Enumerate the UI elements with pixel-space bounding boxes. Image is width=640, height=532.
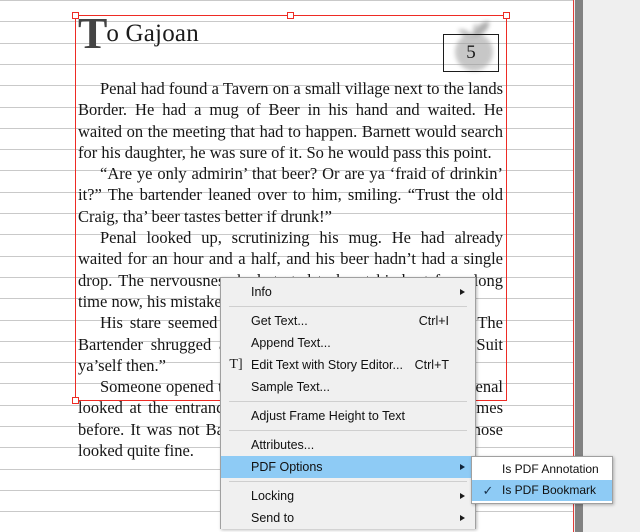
- menu-separator: [229, 481, 467, 482]
- menu-item-label: Edit Text with Story Editor...: [251, 358, 403, 372]
- menu-separator: [229, 430, 467, 431]
- paragraph: “Are ye only admirin’ that beer? Or are …: [78, 164, 503, 226]
- page-number-value: 5: [466, 42, 476, 63]
- menu-item-label: Locking: [251, 489, 295, 503]
- drop-cap: T: [78, 9, 107, 58]
- submenu-item-label: Is PDF Bookmark: [502, 483, 597, 497]
- menu-item-adjust-frame-height-to-text[interactable]: Adjust Frame Height to Text: [221, 405, 475, 427]
- pdf-options-submenu[interactable]: Is PDF Annotation ✓ Is PDF Bookmark: [471, 456, 613, 504]
- context-menu[interactable]: Info Get Text... Ctrl+I Append Text... T] Edi…: [220, 277, 476, 529]
- submenu-item-label: Is PDF Annotation: [502, 462, 599, 476]
- menu-item-sample-text[interactable]: Sample Text...: [221, 376, 475, 398]
- workspace-background: [583, 0, 640, 532]
- page-number-box: 5: [443, 34, 499, 72]
- submenu-arrow-icon: [460, 493, 465, 499]
- page-shadow: [575, 0, 583, 532]
- submenu-item-is-pdf-annotation[interactable]: Is PDF Annotation: [472, 459, 612, 480]
- menu-item-append-text[interactable]: Append Text...: [221, 332, 475, 354]
- menu-item-label: Info: [251, 285, 272, 299]
- menu-item-label: Sample Text...: [251, 380, 330, 394]
- check-icon: ✓: [482, 483, 494, 498]
- menu-item-locking[interactable]: Locking: [221, 485, 475, 507]
- submenu-item-is-pdf-bookmark[interactable]: ✓ Is PDF Bookmark: [472, 480, 612, 501]
- menu-item-pdf-options[interactable]: PDF Options: [221, 456, 475, 478]
- menu-separator: [229, 306, 467, 307]
- submenu-arrow-icon: [460, 515, 465, 521]
- chapter-title-text: o Gajoan: [106, 20, 199, 47]
- menu-item-shortcut: Ctrl+I: [418, 314, 449, 328]
- chapter-title: To Gajoan: [78, 12, 503, 56]
- menu-item-edit-text-with-story-editor[interactable]: T] Edit Text with Story Editor... Ctrl+T: [221, 354, 475, 376]
- menu-item-info[interactable]: Info: [221, 281, 475, 303]
- submenu-arrow-icon: [460, 289, 465, 295]
- menu-item-shortcut: Ctrl+T: [414, 358, 449, 372]
- menu-item-label: Adjust Frame Height to Text: [251, 409, 406, 423]
- page-number-graphic[interactable]: 5: [441, 16, 507, 78]
- menu-item-label: Append Text...: [251, 336, 331, 350]
- menu-separator: [229, 401, 467, 402]
- submenu-arrow-icon: [460, 464, 465, 470]
- menu-item-get-text[interactable]: Get Text... Ctrl+I: [221, 310, 475, 332]
- menu-item-label: Send to: [251, 511, 295, 525]
- menu-item-attributes[interactable]: Attributes...: [221, 434, 475, 456]
- menu-item-label: Attributes...: [251, 438, 315, 452]
- menu-item-label: PDF Options: [251, 460, 323, 474]
- menu-item-send-to[interactable]: Send to: [221, 507, 475, 529]
- paragraph: Penal had found a Tavern on a small vill…: [78, 79, 503, 162]
- page-boundary-line: [573, 0, 574, 532]
- text-cursor-icon: T]: [229, 357, 243, 372]
- menu-item-label: Get Text...: [251, 314, 308, 328]
